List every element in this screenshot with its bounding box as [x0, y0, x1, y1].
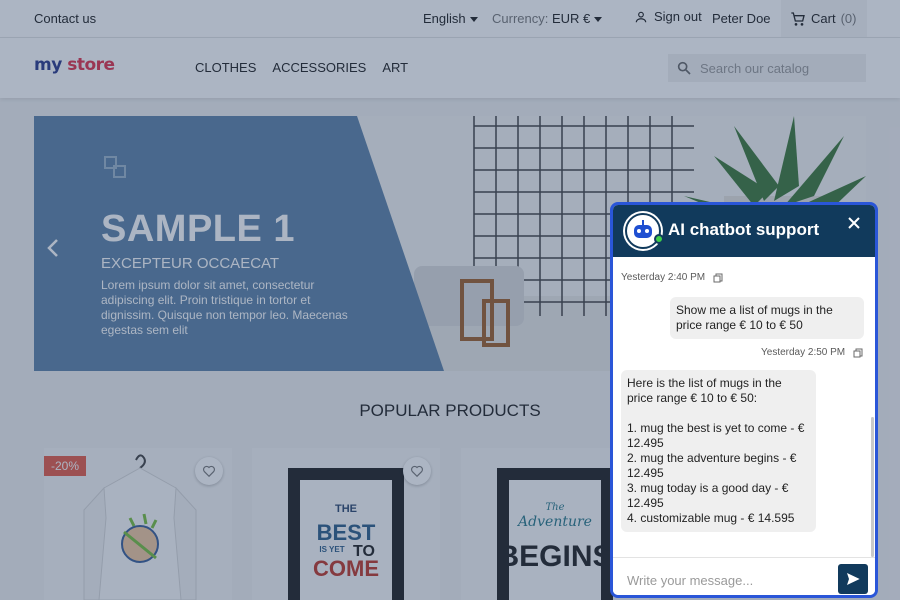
list-item: 1. mug the best is yet to come - € 12.49…: [627, 421, 805, 450]
message-input[interactable]: Write your message...: [627, 573, 753, 588]
copy-icon[interactable]: [713, 273, 723, 283]
send-icon: [847, 573, 860, 585]
message-timestamp: Yesterday 2:50 PM: [761, 347, 863, 358]
close-icon[interactable]: [847, 216, 861, 230]
message-timestamp: Yesterday 2:40 PM: [621, 272, 723, 283]
online-status-dot: [654, 234, 664, 244]
bot-message: Here is the list of mugs in the price ra…: [621, 370, 816, 532]
list-item: 2. mug the adventure begins - € 12.495: [627, 451, 797, 480]
send-button[interactable]: [838, 564, 868, 594]
chat-scrollbar[interactable]: [871, 417, 874, 557]
chatbot-title: AI chatbot support: [668, 220, 820, 239]
copy-icon[interactable]: [853, 348, 863, 358]
user-message: Show me a list of mugs in the price rang…: [670, 297, 864, 339]
bot-message-intro: Here is the list of mugs in the price ra…: [627, 376, 782, 405]
chat-messages[interactable]: Yesterday 2:40 PM Show me a list of mugs…: [613, 257, 875, 557]
list-item: 3. mug today is a good day - € 12.495: [627, 481, 789, 510]
chatbot-window: AI chatbot support Yesterday 2:40 PM Sho…: [610, 202, 878, 598]
bot-avatar: [625, 213, 661, 249]
list-item: 4. customizable mug - € 14.595: [627, 511, 795, 525]
chat-composer: Write your message...: [613, 557, 875, 595]
chatbot-header: AI chatbot support: [613, 205, 875, 257]
